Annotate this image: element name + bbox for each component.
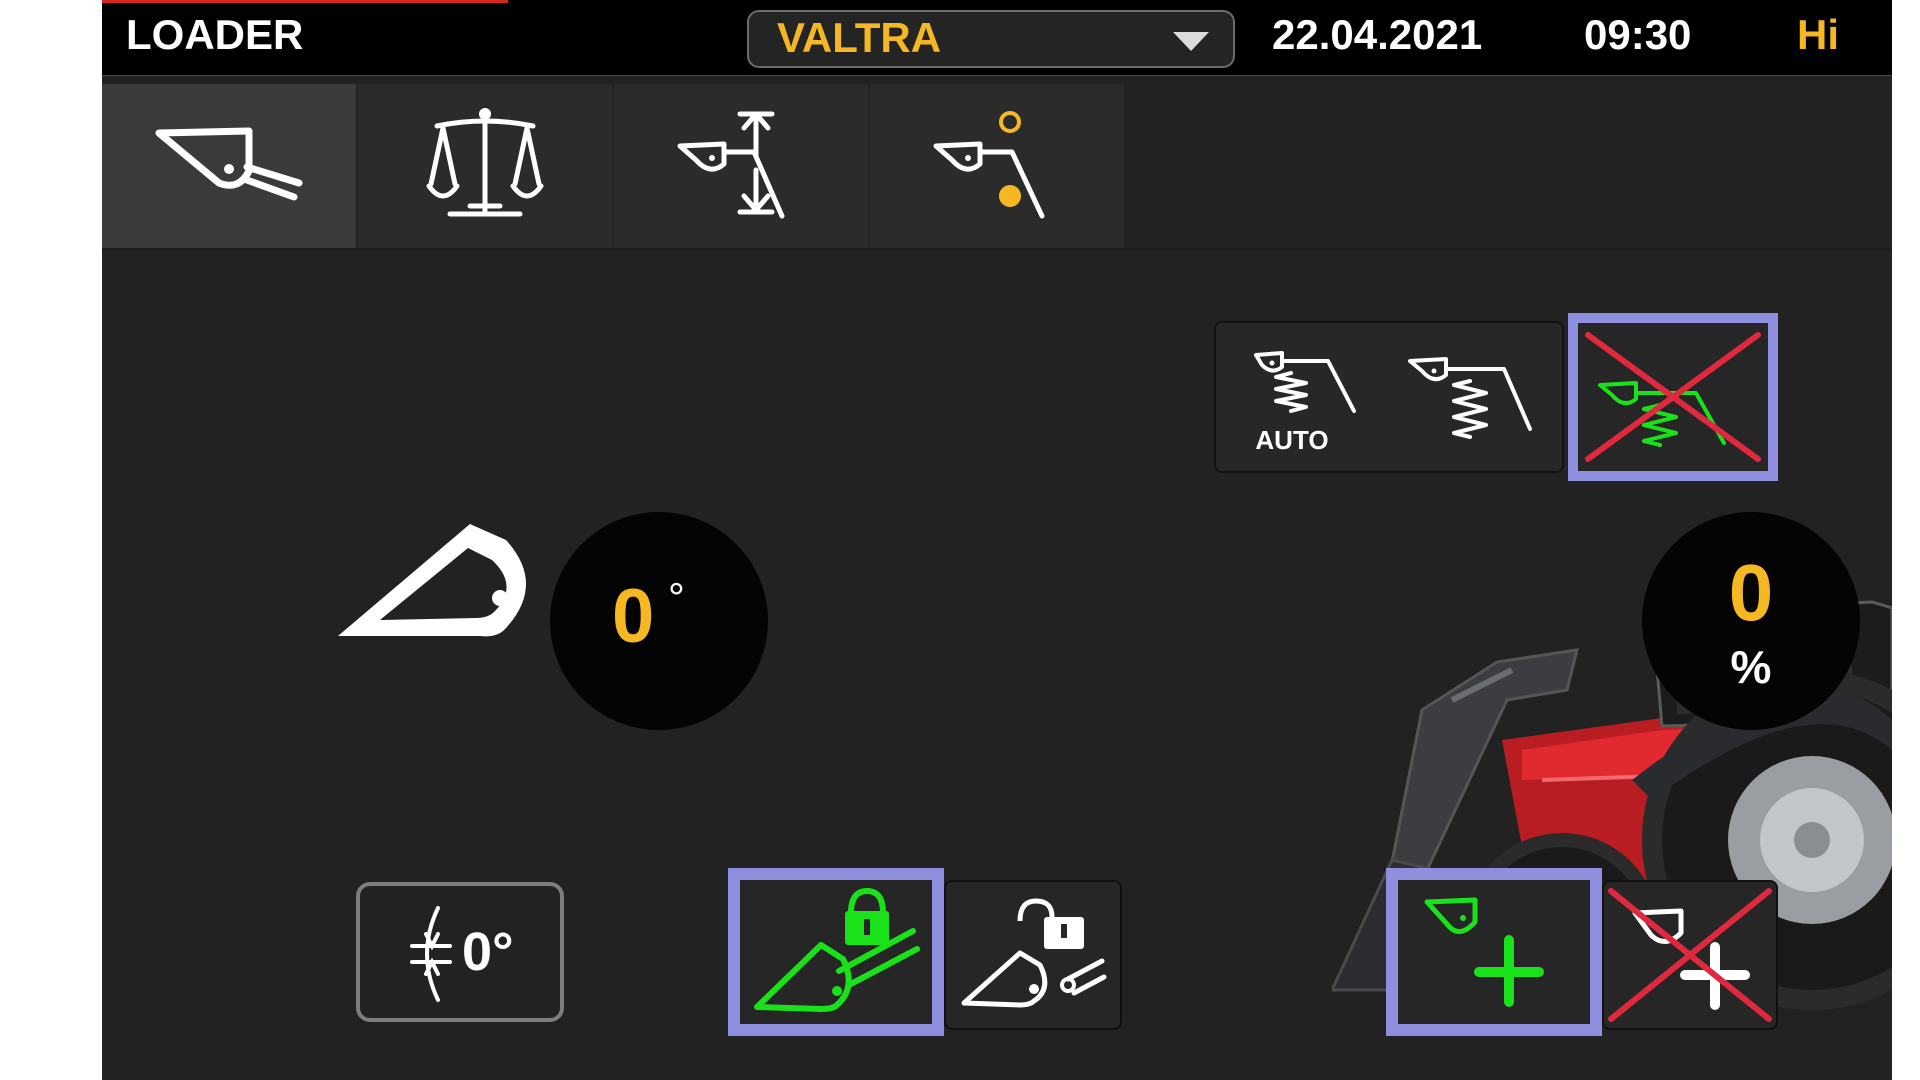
tab-loader[interactable] bbox=[102, 84, 356, 248]
app-title: LOADER bbox=[126, 11, 304, 58]
weighing-scale-icon bbox=[426, 108, 544, 217]
suspension-on-icon bbox=[1408, 357, 1532, 439]
bucket-unlock-button[interactable] bbox=[944, 880, 1122, 1030]
speed-mode-indicator: Hi bbox=[1797, 11, 1839, 58]
bucket-unlocked-icon bbox=[961, 898, 1107, 1008]
add-weighing-off-button[interactable] bbox=[1602, 880, 1778, 1030]
bucket-angle-unit: ° bbox=[668, 574, 685, 621]
suspension-auto-icon: AUTO bbox=[1254, 351, 1356, 455]
zero-calibrate-label: 0° bbox=[462, 922, 514, 982]
tab-lift-limits[interactable] bbox=[614, 84, 868, 248]
suspension-off-face bbox=[1578, 323, 1768, 471]
tab-weighing[interactable] bbox=[358, 84, 612, 248]
tab-bar bbox=[102, 84, 1124, 248]
bucket-locked-icon bbox=[754, 887, 920, 1012]
memory-positions-icon bbox=[933, 111, 1045, 219]
bucket-symbol-icon bbox=[338, 524, 526, 637]
load-percent-value: 0 bbox=[1728, 548, 1774, 637]
add-weighing-off-icon bbox=[1608, 888, 1772, 1022]
loader-screen: LOADER VALTRA 22.04.2021 09:30 Hi AUTO 0… bbox=[102, 0, 1892, 1080]
status-bar: LOADER VALTRA 22.04.2021 09:30 Hi bbox=[102, 0, 1892, 76]
add-weighing-button[interactable] bbox=[1386, 868, 1602, 1036]
time-display: 09:30 bbox=[1584, 11, 1692, 58]
tab-divider bbox=[102, 248, 1892, 250]
suspension-on-button[interactable] bbox=[1396, 323, 1556, 473]
chevron-down-icon bbox=[1173, 32, 1209, 51]
bucket-angle-gauge: 0 ° bbox=[550, 512, 768, 730]
suspension-mode-group: AUTO bbox=[1214, 321, 1564, 473]
lift-limits-icon bbox=[677, 111, 785, 219]
profile-selected-value: VALTRA bbox=[777, 14, 942, 61]
bucket-lock-face bbox=[740, 880, 932, 1024]
status-accent-line bbox=[102, 0, 508, 3]
suspension-auto-button[interactable]: AUTO bbox=[1226, 323, 1386, 473]
bucket-lock-button[interactable] bbox=[728, 868, 944, 1036]
suspension-off-icon bbox=[1585, 332, 1761, 462]
suspension-auto-label: AUTO bbox=[1255, 425, 1328, 455]
bucket-angle-value: 0 bbox=[612, 574, 655, 659]
add-weighing-face bbox=[1398, 880, 1590, 1024]
load-percent-unit: % bbox=[1730, 641, 1772, 693]
bucket-add-icon bbox=[1424, 897, 1544, 1007]
tab-memory-positions[interactable] bbox=[870, 84, 1124, 248]
suspension-off-button[interactable] bbox=[1568, 313, 1778, 481]
load-percent-gauge: 0 % bbox=[1642, 512, 1860, 730]
zero-calibrate-button[interactable]: 0° bbox=[356, 882, 564, 1022]
zero-angle-icon bbox=[410, 906, 452, 1002]
date-display: 22.04.2021 bbox=[1272, 11, 1483, 58]
loader-bucket-icon bbox=[155, 127, 303, 201]
profile-dropdown[interactable]: VALTRA bbox=[747, 10, 1235, 68]
